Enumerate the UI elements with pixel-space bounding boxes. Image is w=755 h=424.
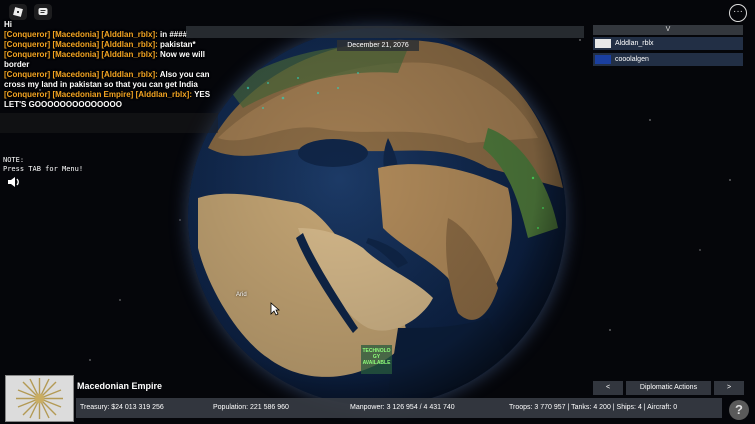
chat-message: [Conqueror] [Macedonia] [Alddlan_rblx]: … [4, 30, 188, 39]
note-title: NOTE: [3, 156, 25, 164]
vergina-sun-icon [6, 376, 73, 421]
top-info-bar [186, 26, 584, 38]
help-icon[interactable]: ? [729, 400, 749, 420]
game-date: December 21, 2076 [337, 40, 419, 51]
tech-label-line: AVAILABLE [362, 360, 391, 366]
more-options-icon[interactable]: ··· [729, 4, 747, 22]
player-flag-icon [595, 55, 611, 64]
diplomatic-actions-button[interactable]: Diplomatic Actions [626, 381, 711, 395]
chat-partial-line: Hi [4, 20, 12, 29]
player-list-toggle[interactable]: V [593, 25, 743, 35]
chat-input-area[interactable] [0, 113, 218, 133]
menu-note: NOTE: Press TAB for Menu! [3, 156, 83, 174]
technology-available-marker[interactable]: TECHNOLO GY AVAILABLE [361, 345, 392, 374]
nation-flag [5, 375, 74, 422]
mouse-cursor-icon [270, 302, 280, 316]
roblox-logo-button[interactable] [9, 4, 27, 20]
player-name: Alddlan_rblx [615, 40, 654, 47]
chat-bubble-icon [38, 8, 48, 15]
player-flag-icon [595, 39, 611, 48]
note-text: Press TAB for Menu! [3, 165, 84, 173]
military-stat: Troops: 3 770 957 | Tanks: 4 200 | Ships… [509, 404, 678, 411]
chat-toggle-button[interactable] [34, 4, 52, 20]
next-action-button[interactable]: > [714, 381, 744, 395]
player-list-item[interactable]: cooolalgen [593, 53, 743, 66]
speaker-icon[interactable] [7, 175, 21, 189]
chat-message: [Conqueror] [Macedonia] [Alddlan_rblx]: … [4, 40, 196, 49]
nation-name: Macedonian Empire [77, 381, 163, 391]
roblox-logo-icon [13, 7, 23, 17]
treasury-stat: Treasury: $24 013 319 256 [80, 404, 164, 411]
chat-log: Hi [Conqueror] [Macedonia] [Alddlan_rblx… [4, 20, 216, 110]
player-name: cooolalgen [615, 56, 649, 63]
player-list-item[interactable]: Alddlan_rblx [593, 37, 743, 50]
prev-action-button[interactable]: < [593, 381, 623, 395]
chat-message: [Conqueror] [Macedonia] [Alddlan_rblx]: … [4, 50, 205, 69]
region-label: Arid [236, 292, 247, 298]
manpower-stat: Manpower: 3 126 954 / 4 431 740 [350, 404, 455, 411]
nation-stats-bar: Treasury: $24 013 319 256 Population: 22… [76, 398, 722, 418]
chat-message: [Conqueror] [Macedonian Empire] [Alddlan… [4, 90, 211, 109]
population-stat: Population: 221 586 960 [213, 404, 289, 411]
chat-message: [Conqueror] [Macedonia] [Alddlan_rblx]: … [4, 70, 210, 89]
